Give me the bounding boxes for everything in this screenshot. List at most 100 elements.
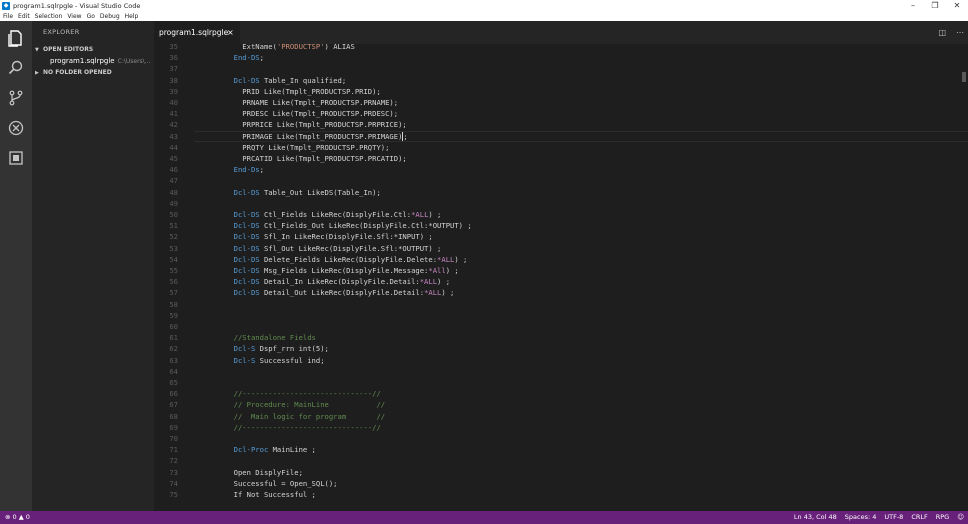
code-text: PRPRICE Like(Tmplt_PRODUCTSP.PRPRICE);: [225, 120, 407, 130]
explorer-sidebar: EXPLORER ▼ OPEN EDITORS program1.sqlrpgle…: [32, 21, 154, 511]
extensions-icon[interactable]: [7, 149, 25, 167]
activity-bar: [0, 21, 32, 511]
menu-go[interactable]: Go: [87, 13, 95, 20]
code-line[interactable]: 71 Dcl-Proc MainLine ;: [154, 444, 968, 455]
code-text: End-Ds;: [233, 165, 264, 175]
code-text: Dcl-DS Msg_Fields LikeRec(DisplyFile.Mes…: [233, 266, 459, 275]
code-line[interactable]: 69 //------------------------------//: [154, 422, 968, 433]
code-line[interactable]: 56 Dcl-DS Detail_In LikeRec(DisplyFile.D…: [154, 276, 968, 287]
menu-help[interactable]: Help: [125, 13, 139, 20]
code-text: Dcl-DS Detail_Out LikeRec(DisplyFile.Det…: [233, 288, 455, 298]
line-number: 65: [169, 378, 178, 387]
code-line[interactable]: 75 If Not Successful ;: [154, 489, 968, 500]
code-line[interactable]: 36 End-DS;: [154, 52, 968, 63]
code-line[interactable]: 51 Dcl-DS Ctl_Fields_Out LikeRec(DisplyF…: [154, 220, 968, 231]
cursor-position[interactable]: Ln 43, Col 48: [794, 511, 837, 524]
code-line[interactable]: 66 //------------------------------//: [154, 388, 968, 399]
encoding-setting[interactable]: UTF-8: [884, 511, 903, 524]
tab-program1[interactable]: program1.sqlrpgle ×: [154, 21, 240, 44]
source-control-icon[interactable]: [7, 89, 25, 107]
code-line[interactable]: 62 Dcl-S Dspf_rrn int(5);: [154, 343, 968, 354]
line-number: 58: [169, 299, 178, 309]
close-tab-icon[interactable]: ×: [227, 21, 234, 44]
editor-actions: ◫ ⋯: [928, 21, 964, 44]
minimize-icon[interactable]: –: [902, 0, 924, 11]
code-line[interactable]: 72: [154, 455, 968, 466]
no-folder-label: NO FOLDER OPENED: [43, 69, 112, 76]
line-number: 45: [169, 154, 178, 163]
open-editors-section[interactable]: ▼ OPEN EDITORS: [32, 44, 154, 55]
code-text: Dcl-DS Sfl_In LikeRec(DisplyFile.Sfl:*IN…: [233, 232, 433, 242]
code-line[interactable]: 40 PRNAME Like(Tmplt_PRODUCTSP.PRNAME);: [154, 97, 968, 108]
editor-scrollbar[interactable]: [954, 44, 968, 511]
code-line[interactable]: 59: [154, 310, 968, 321]
code-line[interactable]: 68 // Main logic for program //: [154, 411, 968, 422]
code-line[interactable]: 47: [154, 175, 968, 186]
menu-debug[interactable]: Debug: [100, 13, 120, 20]
code-line[interactable]: 58: [154, 299, 968, 310]
more-actions-icon[interactable]: ⋯: [956, 28, 964, 37]
explorer-icon[interactable]: [7, 29, 25, 47]
line-number: 63: [169, 355, 178, 365]
code-line[interactable]: 54 Dcl-DS Delete_Fields LikeRec(DisplyFi…: [154, 254, 968, 265]
code-line[interactable]: 61 //Standalone Fields: [154, 332, 968, 343]
no-folder-section[interactable]: ▶ NO FOLDER OPENED: [32, 67, 154, 78]
feedback-icon[interactable]: ☺: [957, 511, 964, 524]
code-line[interactable]: 64: [154, 366, 968, 377]
code-text: Successful = Open_SQL();: [225, 478, 338, 488]
menu-file[interactable]: File: [3, 13, 13, 20]
close-window-icon[interactable]: ✕: [946, 0, 968, 11]
open-editor-path: C:\Users\...: [117, 58, 151, 65]
menu-edit[interactable]: Edit: [18, 13, 30, 20]
code-line[interactable]: 53 Dcl-DS Sfl_Out LikeRec(DisplyFile.Sfl…: [154, 243, 968, 254]
chevron-right-icon: ▶: [35, 70, 39, 76]
code-text: Dcl-Proc MainLine ;: [233, 445, 316, 455]
debug-icon[interactable]: [7, 119, 25, 137]
code-line[interactable]: 42 PRPRICE Like(Tmplt_PRODUCTSP.PRPRICE)…: [154, 119, 968, 130]
line-number: 72: [169, 456, 178, 466]
code-line[interactable]: 65: [154, 377, 968, 388]
code-line[interactable]: 52 Dcl-DS Sfl_In LikeRec(DisplyFile.Sfl:…: [154, 231, 968, 242]
open-editor-item[interactable]: program1.sqlrpgle C:\Users\...: [32, 55, 154, 67]
line-number: 67: [169, 400, 178, 410]
code-editor[interactable]: 35 ExtName('PRODUCTSP') ALIAS 36 End-DS; 3…: [154, 44, 968, 511]
code-line[interactable]: 57 Dcl-DS Detail_Out LikeRec(DisplyFile.…: [154, 287, 968, 298]
code-line[interactable]: 41 PRDESC Like(Tmplt_PRODUCTSP.PRDESC);: [154, 108, 968, 119]
line-number: 60: [169, 322, 178, 331]
line-number: 71: [169, 445, 178, 455]
code-line[interactable]: 73 Open DisplyFile;: [154, 467, 968, 478]
line-number: 40: [169, 98, 178, 107]
split-editor-icon[interactable]: ◫: [938, 28, 946, 37]
code-line[interactable]: 50 Dcl-DS Ctl_Fields LikeRec(DisplyFile.…: [154, 209, 968, 220]
code-line[interactable]: 60: [154, 321, 968, 332]
code-line[interactable]: 45 PRCATID Like(Tmplt_PRODUCTSP.PRCATID)…: [154, 153, 968, 164]
restore-icon[interactable]: ❐: [924, 0, 946, 11]
code-line[interactable]: 37: [154, 63, 968, 74]
scrollbar-thumb[interactable]: [962, 72, 966, 82]
code-line[interactable]: 44 PRQTY Like(Tmplt_PRODUCTSP.PRQTY);: [154, 142, 968, 153]
eol-setting[interactable]: CRLF: [911, 511, 927, 524]
code-line[interactable]: 43 PRIMAGE Like(Tmplt_PRODUCTSP.PRIMAGE)…: [154, 130, 968, 142]
code-line[interactable]: 46 End-Ds;: [154, 164, 968, 175]
line-number: 42: [169, 120, 178, 130]
code-line[interactable]: 63 Dcl-S Successful ind;: [154, 355, 968, 366]
code-line[interactable]: 49: [154, 198, 968, 209]
language-mode[interactable]: RPG: [936, 511, 949, 524]
code-line[interactable]: 55 Dcl-DS Msg_Fields LikeRec(DisplyFile.…: [154, 265, 968, 276]
menu-selection[interactable]: Selection: [35, 13, 63, 20]
code-line[interactable]: 67 // Procedure: MainLine //: [154, 399, 968, 410]
line-number: 57: [169, 288, 178, 298]
status-bar: ⊗ 0 ▲ 0 Ln 43, Col 48 Spaces: 4 UTF-8 CR…: [0, 511, 968, 524]
menu-view[interactable]: View: [67, 13, 81, 20]
indentation-setting[interactable]: Spaces: 4: [845, 511, 877, 524]
code-line[interactable]: 74 Successful = Open_SQL();: [154, 478, 968, 489]
tab-bar: program1.sqlrpgle × ◫ ⋯: [154, 21, 968, 44]
code-line[interactable]: 70: [154, 433, 968, 444]
code-line[interactable]: 35 ExtName('PRODUCTSP') ALIAS: [154, 44, 968, 52]
code-line[interactable]: 39 PRID Like(Tmplt_PRODUCTSP.PRID);: [154, 86, 968, 97]
problems-indicator[interactable]: ⊗ 0 ▲ 0: [5, 511, 30, 524]
window-title: program1.sqlrpgle - Visual Studio Code: [13, 1, 141, 10]
code-line[interactable]: 38 Dcl-DS Table_In qualified;: [154, 75, 968, 86]
search-icon[interactable]: [7, 59, 25, 77]
code-line[interactable]: 48 Dcl-DS Table_Out LikeDS(Table_In);: [154, 187, 968, 198]
